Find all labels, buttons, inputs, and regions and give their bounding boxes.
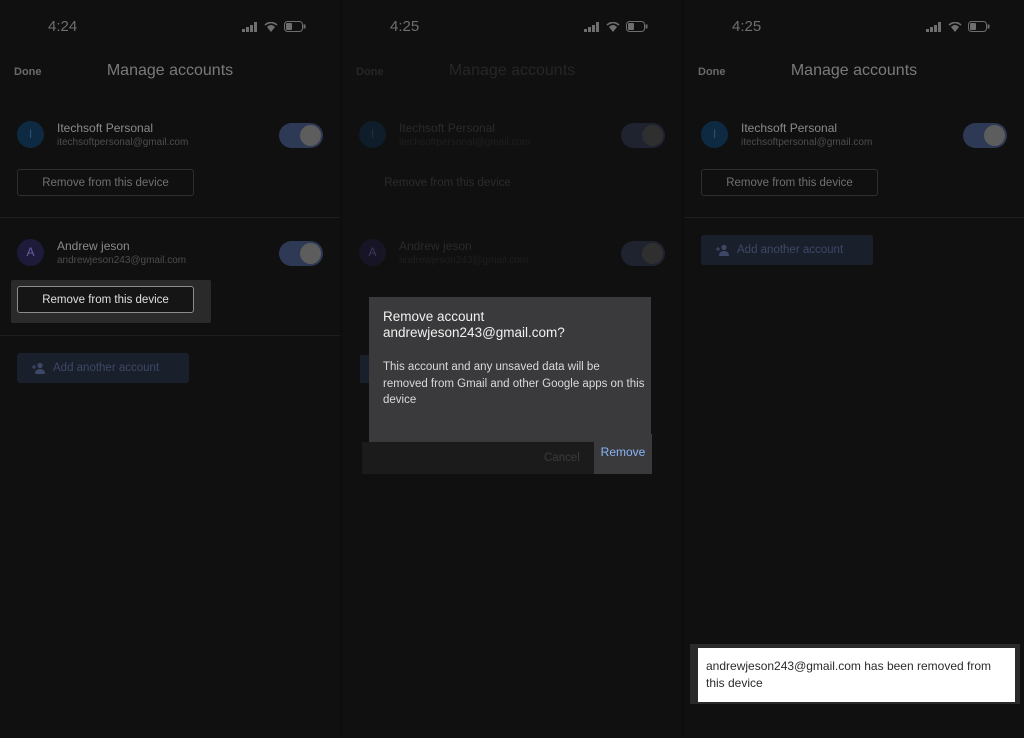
remove-button[interactable]: Remove [594,434,652,474]
wifi-icon [948,21,962,32]
account-name: Itechsoft Personal [399,121,496,135]
status-time: 4:24 [48,18,78,35]
divider [0,335,340,336]
account-sync-toggle[interactable] [963,123,1007,148]
panel-step-1: 4:24 Done Manage accounts I Itechsoft Pe… [0,0,340,738]
add-person-icon [716,244,729,256]
account-email: itechsoftpersonal@gmail.com [57,137,189,148]
remove-from-device-button[interactable]: Remove from this device [17,286,194,313]
add-person-icon [32,362,45,374]
page-title: Manage accounts [448,62,576,79]
wifi-icon [264,21,278,32]
remove-from-device-button[interactable]: Remove from this device [701,169,878,196]
account-row: I Itechsoft Personal itechsoftpersonal@g… [0,121,340,161]
avatar: I [701,121,728,148]
battery-icon [284,21,306,32]
account-email: andrewjeson243@gmail.com [399,255,529,266]
panel-step-2: 4:25 Done Manage accounts I Itechsoft Pe… [342,0,682,738]
add-account-label: Add another account [53,362,160,374]
signal-icon [242,21,257,32]
account-name: Itechsoft Personal [741,121,838,135]
dimmed-add-account-button [360,355,369,383]
page-title: Manage accounts [790,62,918,79]
battery-icon [626,21,648,32]
account-sync-toggle[interactable] [621,241,665,266]
add-account-button[interactable]: Add another account [17,353,189,383]
account-sync-toggle[interactable] [279,123,323,148]
account-sync-toggle[interactable] [621,123,665,148]
account-email: itechsoftpersonal@gmail.com [399,137,531,148]
panel-step-3: 4:25 Done Manage accounts I Itechsoft Pe… [684,0,1024,738]
status-time: 4:25 [390,18,420,35]
avatar: A [359,239,386,266]
page-title: Manage accounts [106,62,234,79]
dialog-message: This account and any unsaved data will b… [383,361,645,406]
status-bar: 4:25 [684,18,1024,38]
divider [0,217,340,218]
add-account-label: Add another account [737,244,844,256]
account-row: A Andrew jeson andrewjeson243@gmail.com [0,239,340,279]
account-row: I Itechsoft Personal itechsoftpersonal@g… [342,121,682,161]
avatar: I [359,121,386,148]
header: Done Manage accounts [0,62,340,86]
battery-icon [968,21,990,32]
header: Done Manage accounts [342,62,682,86]
account-email: itechsoftpersonal@gmail.com [741,137,873,148]
wifi-icon [606,21,620,32]
status-time: 4:25 [732,18,762,35]
avatar: I [17,121,44,148]
remove-from-device-button[interactable]: Remove from this device [359,169,536,196]
remove-account-dialog: Remove account andrewjeson243@gmail.com?… [369,297,651,442]
status-bar: 4:25 [342,18,682,38]
signal-icon [584,21,599,32]
account-row: I Itechsoft Personal itechsoftpersonal@g… [684,121,1024,161]
account-row: A Andrew jeson andrewjeson243@gmail.com [342,239,682,279]
account-email: andrewjeson243@gmail.com [57,255,187,266]
dialog-title-email: andrewjeson243@gmail.com? [383,325,565,340]
header: Done Manage accounts [684,62,1024,86]
account-name: Andrew jeson [57,239,130,253]
dialog-title: Remove account andrewjeson243@gmail.com? [383,309,565,341]
signal-icon [926,21,941,32]
account-sync-toggle[interactable] [279,241,323,266]
remove-from-device-button[interactable]: Remove from this device [17,169,194,196]
snackbar-message: andrewjeson243@gmail.com has been remove… [698,648,1015,702]
divider [684,217,1024,218]
dialog-title-line: Remove account [383,309,485,324]
add-account-button[interactable]: Add another account [701,235,873,265]
account-name: Itechsoft Personal [57,121,154,135]
status-bar: 4:24 [0,18,340,38]
avatar: A [17,239,44,266]
account-name: Andrew jeson [399,239,472,253]
cancel-button[interactable]: Cancel [544,452,580,464]
